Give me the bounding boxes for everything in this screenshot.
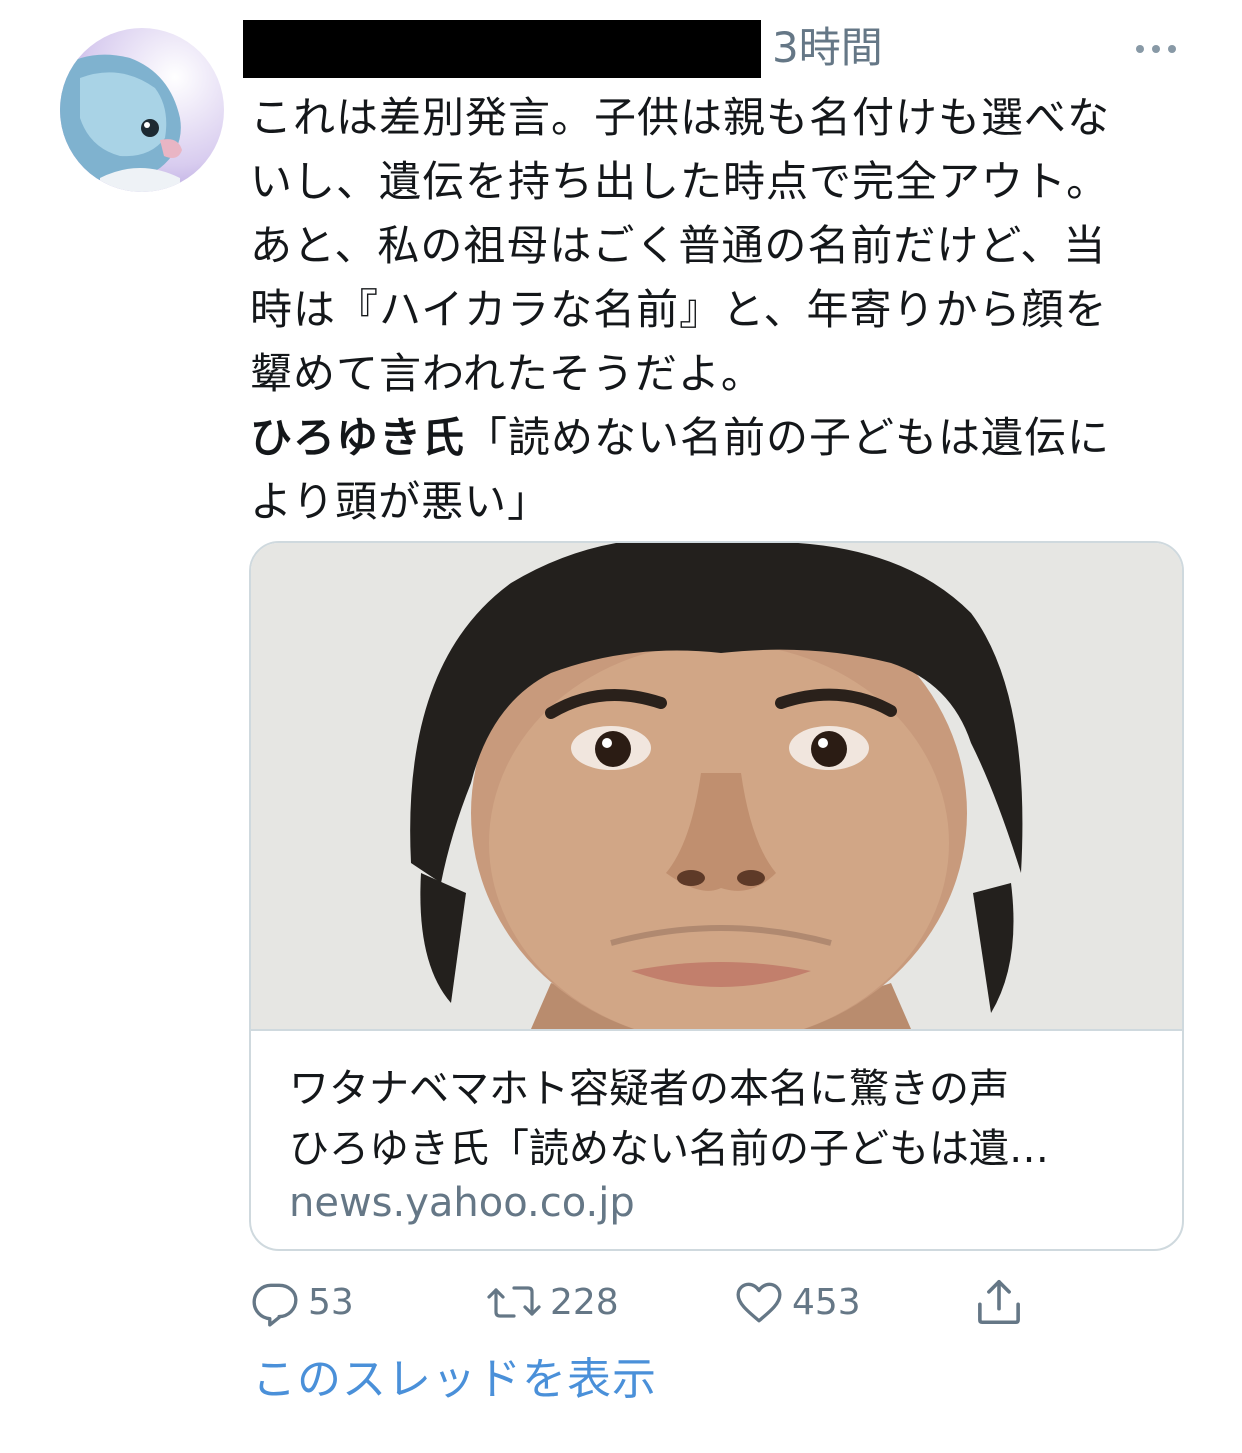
quote-line-2: より頭が悪い」: [250, 477, 551, 526]
card-image: [251, 543, 1182, 1031]
share-icon: [972, 1275, 1026, 1329]
text-line: 時は『ハイカラな名前』と、年寄りから顔を: [250, 285, 1108, 334]
more-icon[interactable]: [1132, 36, 1180, 62]
avatar[interactable]: [60, 28, 224, 192]
card-title: ワタナベマホト容疑者の本名に驚きの声: [289, 1066, 1009, 1112]
text-line: あと、私の祖母はごく普通の名前だけど、当: [250, 221, 1107, 270]
like-count: 453: [792, 1281, 861, 1323]
quote-bold: ひろゆき氏: [250, 413, 466, 462]
tweet[interactable]: 3時間 これは差別発言。子供は親も名付けも選べな いし、遺伝を持ち出した時点で完…: [0, 0, 1242, 1453]
card-title-2: ひろゆき氏「読めない名前の子どもは遺…: [289, 1126, 1049, 1172]
reply-count: 53: [308, 1281, 354, 1323]
show-thread-link[interactable]: このスレッドを表示: [252, 1350, 657, 1410]
text-line: これは差別発言。子供は親も名付けも選べな: [250, 93, 1111, 142]
retweet-icon: [486, 1277, 542, 1327]
reply-icon: [250, 1277, 300, 1327]
text-line: いし、遺伝を持ち出した時点で完全アウト。: [250, 157, 1110, 206]
card-domain: news.yahoo.co.jp: [289, 1180, 635, 1226]
link-card[interactable]: ワタナベマホト容疑者の本名に驚きの声 ひろゆき氏「読めない名前の子どもは遺… n…: [249, 541, 1184, 1251]
share-button[interactable]: [972, 1272, 1026, 1332]
tweet-actions: 53 228 453: [250, 1272, 1150, 1332]
like-icon: [734, 1277, 784, 1327]
author-name-redacted[interactable]: [243, 20, 761, 78]
timestamp[interactable]: 3時間: [772, 22, 883, 74]
like-button[interactable]: 453: [734, 1272, 861, 1332]
reply-button[interactable]: 53: [250, 1272, 354, 1332]
quote-line: ひろゆき氏「読めない名前の子どもは遺伝に: [250, 406, 1170, 470]
tweet-text: これは差別発言。子供は親も名付けも選べな いし、遺伝を持ち出した時点で完全アウト…: [250, 86, 1170, 534]
text-line: 顰めて言われたそうだよ。: [250, 349, 764, 398]
retweet-count: 228: [550, 1281, 619, 1323]
retweet-button[interactable]: 228: [486, 1272, 619, 1332]
quote-rest: 「読めない名前の子どもは遺伝に: [465, 413, 1111, 462]
